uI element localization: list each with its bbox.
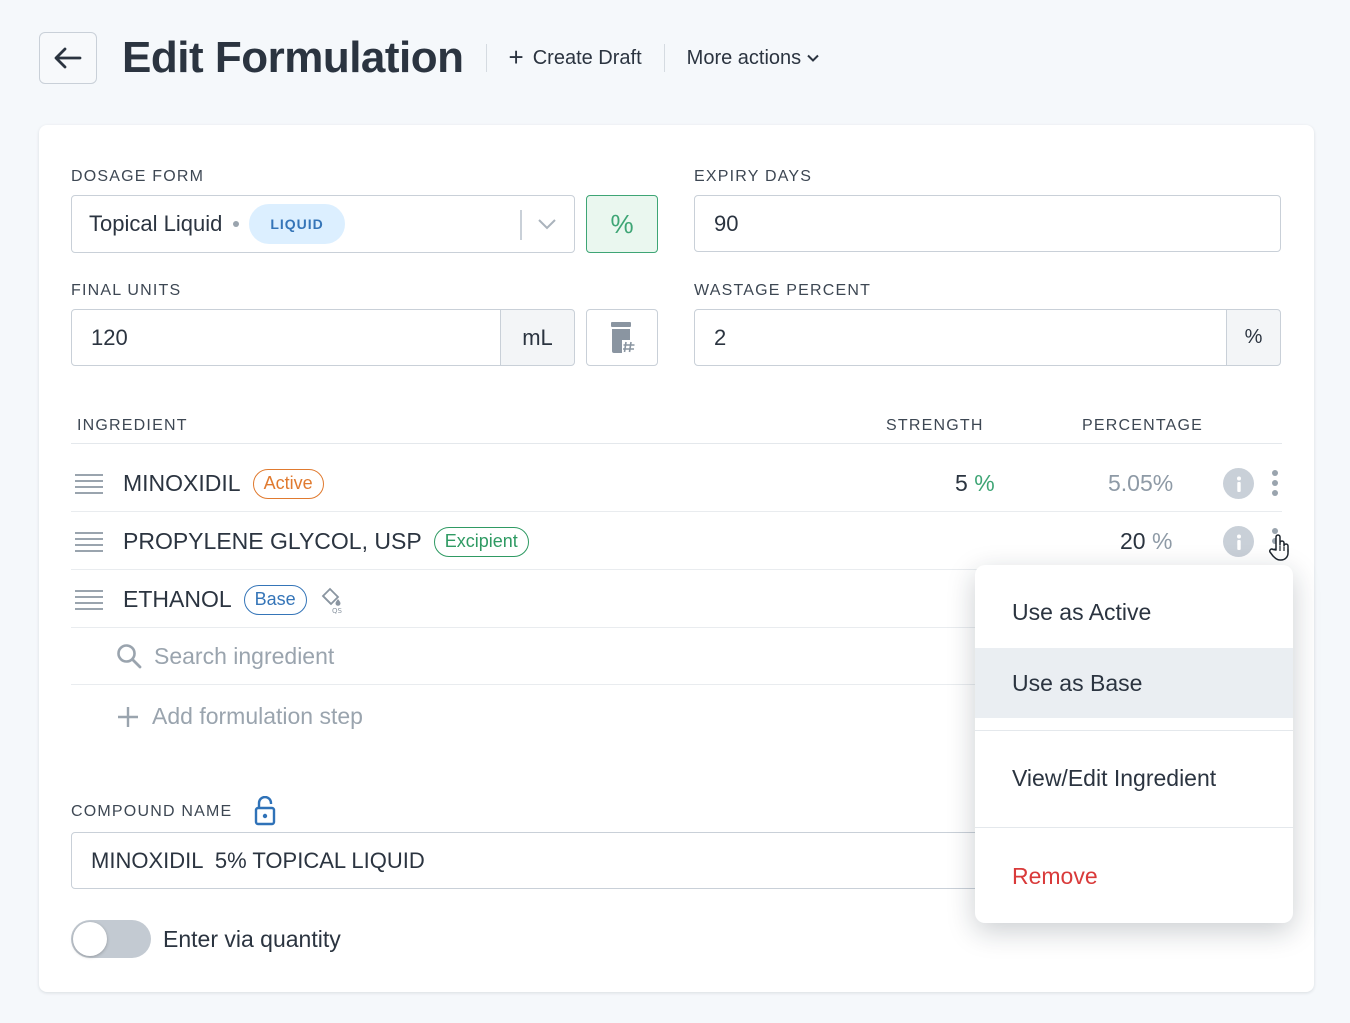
qs-fill-icon: QS (321, 587, 343, 614)
ingredient-name: MINOXIDIL (123, 470, 241, 496)
ingredient-row: MINOXIDIL Active 5 % 5.05% (71, 455, 1282, 512)
ingredient-column-header: INGREDIENT (77, 417, 188, 434)
role-badge-active: Active (252, 468, 324, 499)
strength-number: 5 (955, 470, 968, 496)
dosage-form-label: DOSAGE FORM (71, 168, 205, 185)
select-divider (520, 210, 522, 240)
wastage-percent-value: 2 (714, 324, 727, 350)
quantity-calculator-button[interactable] (586, 309, 658, 366)
final-units-unit: mL (500, 309, 575, 366)
divider (485, 44, 487, 72)
expiry-days-label: EXPIRY DAYS (694, 168, 813, 185)
final-units-label: FINAL UNITS (71, 282, 182, 299)
hand-cursor-icon (1269, 534, 1289, 561)
wastage-percent-input[interactable]: 2 (694, 309, 1227, 366)
back-button[interactable] (39, 32, 97, 84)
search-ingredient-placeholder: Search ingredient (154, 642, 335, 669)
unit-label: mL (522, 324, 553, 350)
ingredient-name: ETHANOL (123, 586, 232, 612)
ingredient-name: PROPYLENE GLYCOL, USP (123, 528, 422, 554)
unit-label: % (1244, 326, 1263, 348)
expiry-days-input[interactable]: 90 (694, 195, 1281, 252)
kebab-menu-icon[interactable] (1272, 470, 1278, 496)
menu-item-use-as-base[interactable]: Use as Base (975, 648, 1293, 718)
add-formulation-step-label: Add formulation step (152, 703, 363, 729)
percentage-number: 20 (1120, 528, 1146, 554)
more-actions-label: More actions (686, 46, 802, 69)
ingredient-table-header: INGREDIENT STRENGTH PERCENTAGE (71, 417, 1282, 444)
wastage-percent-unit: % (1226, 309, 1281, 366)
arrow-left-icon (54, 47, 82, 69)
menu-item-use-as-active[interactable]: Use as Active (975, 577, 1293, 647)
expiry-days-value: 90 (714, 210, 739, 236)
percent-icon: % (610, 208, 634, 239)
role-badge-excipient: Excipient (433, 526, 529, 557)
page-title: Edit Formulation (122, 33, 464, 82)
search-icon (117, 644, 142, 669)
lock-open-icon[interactable] (254, 796, 276, 826)
chevron-down-icon[interactable] (537, 218, 557, 230)
percentage-column-header: PERCENTAGE (1082, 417, 1204, 434)
menu-item-view-edit-ingredient[interactable]: View/Edit Ingredient (975, 743, 1293, 813)
final-units-input[interactable]: 120 (71, 309, 501, 366)
divider (663, 44, 665, 72)
strength-value[interactable]: 5 % (955, 470, 995, 497)
dosage-form-value: Topical Liquid (89, 211, 223, 236)
plus-icon: + (508, 42, 524, 72)
svg-text:QS: QS (332, 607, 343, 614)
menu-divider (975, 730, 1293, 731)
role-badge-base: Base (243, 584, 307, 615)
percentage-unit: % (1151, 528, 1173, 554)
create-draft-button[interactable]: + Create Draft (508, 42, 642, 72)
ingredient-context-menu: Use as Active Use as Base View/Edit Ingr… (975, 565, 1293, 923)
enter-via-quantity-toggle[interactable] (71, 920, 151, 958)
dosage-form-badge: LIQUID (249, 204, 345, 244)
drag-handle-icon[interactable] (75, 474, 103, 494)
strength-column-header: STRENGTH (886, 417, 984, 434)
compound-name-value: MINOXIDIL 5% TOPICAL LIQUID (91, 847, 425, 873)
percentage-value: 5.05% (1108, 470, 1174, 496)
menu-divider (975, 827, 1293, 828)
strength-unit: % (974, 470, 995, 496)
percentage-value[interactable]: 20 % (1120, 528, 1172, 555)
enter-via-quantity-label: Enter via quantity (163, 926, 341, 952)
chevron-down-icon (807, 54, 819, 62)
more-actions-button[interactable]: More actions (687, 47, 820, 70)
wastage-percent-label: WASTAGE PERCENT (694, 282, 872, 299)
info-icon[interactable] (1223, 468, 1254, 499)
separator-dot (233, 221, 240, 227)
dosage-form-select[interactable]: Topical Liquid LIQUID (71, 195, 575, 253)
toggle-knob (73, 922, 107, 956)
ingredient-row: PROPYLENE GLYCOL, USP Excipient 20 % (71, 513, 1289, 570)
bottle-hash-icon (611, 321, 636, 354)
page-header: Edit Formulation + Create Draft More act… (39, 32, 1350, 84)
plus-icon (118, 706, 138, 727)
create-draft-label: Create Draft (532, 46, 642, 69)
percent-mode-button[interactable]: % (586, 195, 658, 253)
drag-handle-icon[interactable] (75, 532, 103, 552)
compound-name-label: COMPOUND NAME (71, 803, 233, 820)
info-icon[interactable] (1223, 526, 1254, 557)
menu-item-remove[interactable]: Remove (975, 841, 1293, 911)
drag-handle-icon[interactable] (75, 590, 103, 610)
final-units-value: 120 (91, 324, 128, 350)
